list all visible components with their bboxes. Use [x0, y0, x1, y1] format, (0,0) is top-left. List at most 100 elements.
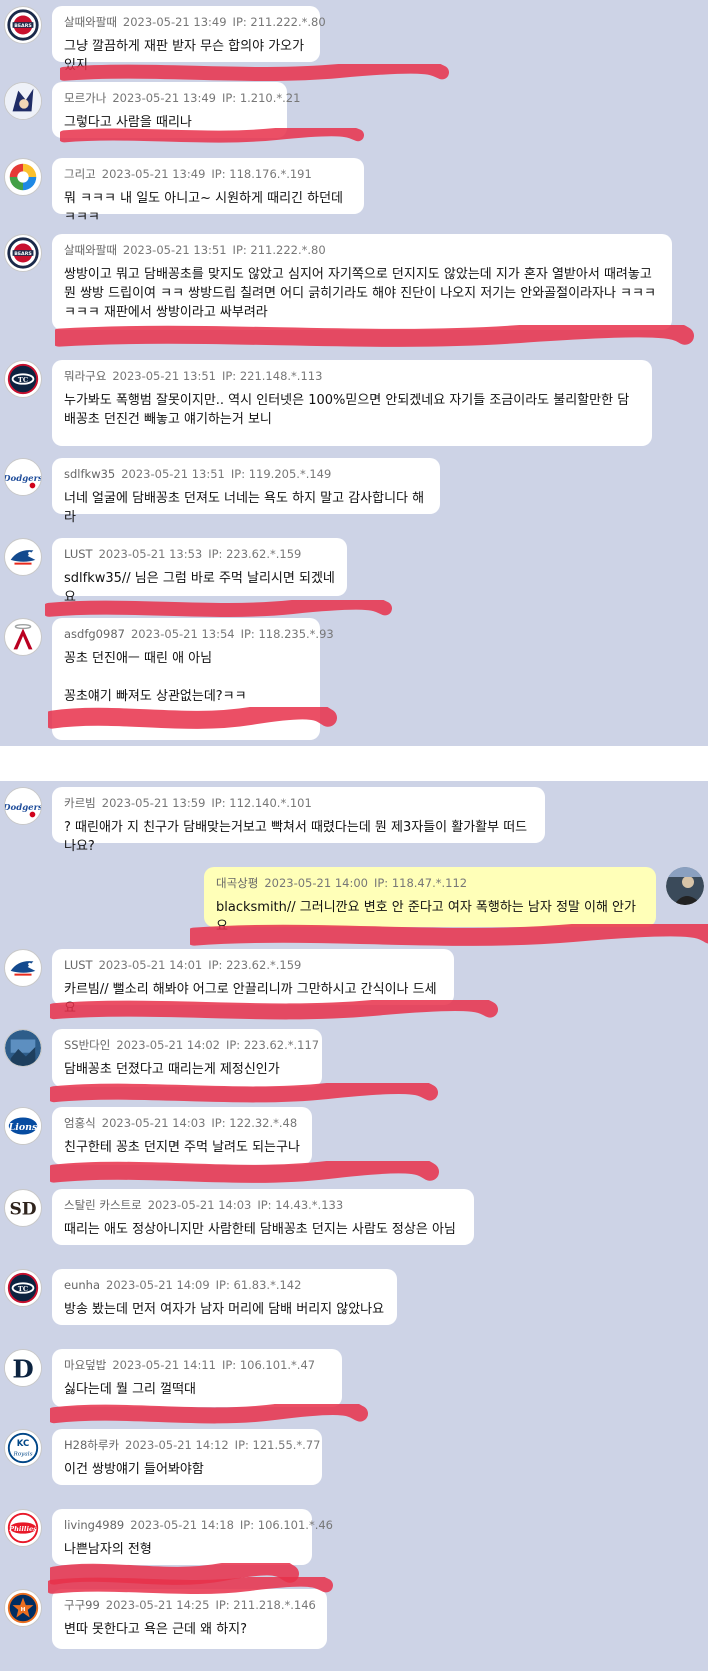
- timestamp: 2023-05-21 13:49: [101, 167, 206, 181]
- twins-logo-icon[interactable]: TC: [4, 360, 42, 398]
- comment-text: 때리는 애도 정상아니지만 사람한테 담배꽁초 던지는 사람도 정상은 아님: [64, 1222, 456, 1237]
- nickname[interactable]: 뭐라구요: [64, 369, 106, 383]
- twins-logo-icon[interactable]: TC: [4, 1269, 42, 1307]
- nickname[interactable]: 대곡상평: [216, 876, 258, 890]
- timestamp: 2023-05-21 13:51: [122, 243, 227, 257]
- nickname[interactable]: 스탈린 카스트로: [64, 1198, 142, 1212]
- astros-logo-icon[interactable]: H: [4, 1589, 42, 1627]
- ip-address: IP: 118.47.*.112: [373, 876, 468, 890]
- bluejays-logo-icon[interactable]: [4, 949, 42, 987]
- comment-meta: LUST 2023-05-21 13:53 IP: 223.62.*.159: [64, 546, 335, 562]
- phillies-logo-icon[interactable]: Phillies: [4, 1509, 42, 1547]
- user-photo-avatar[interactable]: [666, 867, 704, 905]
- comment-bubble: eunha 2023-05-21 14:09 IP: 61.83.*.142 방송 봤…: [52, 1269, 397, 1325]
- comment-meta: 엄홍식 2023-05-21 14:03 IP: 122.32.*.48: [64, 1115, 300, 1131]
- nickname[interactable]: H28하루카: [64, 1438, 119, 1452]
- comment-item: 그리고 2023-05-21 13:49 IP: 118.176.*.191 뭐 ㅋㅋ…: [0, 158, 708, 225]
- nickname[interactable]: 모르가나: [64, 91, 106, 105]
- wbc-logo-icon[interactable]: [4, 158, 42, 196]
- comment-bubble: H28하루카 2023-05-21 14:12 IP: 121.55.*.77 이건 …: [52, 1429, 322, 1485]
- comment-meta: H28하루카 2023-05-21 14:12 IP: 121.55.*.77: [64, 1437, 320, 1453]
- comment-text: 친구한테 꽁초 던지면 주먹 날려도 되는구나: [64, 1140, 300, 1155]
- red-marker-scribble: [50, 1563, 299, 1585]
- comment-bubble: 스탈린 카스트로 2023-05-21 14:03 IP: 14.43.*.133 때…: [52, 1189, 474, 1245]
- comment-meta: 살때와팔때 2023-05-21 13:51 IP: 211.222.*.80: [64, 242, 660, 258]
- comment-meta: 모르가나 2023-05-21 13:49 IP: 1.210.*.21: [64, 90, 300, 106]
- timestamp: 2023-05-21 14:00: [264, 876, 368, 890]
- comment-item: Lions 엄홍식 2023-05-21 14:03 IP: 122.32.*.48 친…: [0, 1107, 708, 1165]
- ip-address: IP: 121.55.*.77: [234, 1438, 321, 1452]
- timestamp: 2023-05-21 14:12: [125, 1438, 229, 1452]
- timestamp: 2023-05-21 13:49: [122, 15, 227, 29]
- ip-address: IP: 106.101.*.46: [239, 1518, 333, 1532]
- comment-bubble: 엄홍식 2023-05-21 14:03 IP: 122.32.*.48 친구한테 꽁…: [52, 1107, 312, 1165]
- nickname[interactable]: 살때와팔때: [64, 243, 117, 257]
- comment-item: TC eunha 2023-05-21 14:09 IP: 61.83.*.142 방송…: [0, 1269, 708, 1325]
- bluejays-logo-icon[interactable]: [4, 538, 42, 576]
- comment-text: sdlfkw35// 님은 그럼 바로 주먹 날리시면 되겠네요: [64, 571, 335, 605]
- angels-logo-icon[interactable]: [4, 618, 42, 656]
- nickname[interactable]: living4989: [64, 1518, 124, 1532]
- nickname[interactable]: 구구99: [64, 1598, 100, 1612]
- ip-address: IP: 61.83.*.142: [215, 1278, 302, 1292]
- ip-address: IP: 221.148.*.113: [221, 369, 323, 383]
- comment-meta: 구구99 2023-05-21 14:25 IP: 211.218.*.146: [64, 1597, 316, 1613]
- nickname[interactable]: 그리고: [64, 167, 96, 181]
- chat-panel-2: Dodgers 카르빔 2023-05-21 13:59 IP: 112.140.*.…: [0, 781, 708, 1671]
- ip-address: IP: 223.62.*.117: [225, 1038, 320, 1052]
- comment-bubble: 구구99 2023-05-21 14:25 IP: 211.218.*.146 변따 …: [52, 1589, 327, 1649]
- nickname[interactable]: eunha: [64, 1278, 100, 1292]
- ip-address: IP: 211.218.*.146: [215, 1598, 316, 1612]
- svg-text:D: D: [12, 1354, 33, 1383]
- nickname[interactable]: 마요덮밥: [64, 1358, 106, 1372]
- comment-meta: 카르빔 2023-05-21 13:59 IP: 112.140.*.101: [64, 795, 533, 811]
- ip-address: IP: 223.62.*.159: [208, 958, 302, 972]
- character-avatar-icon[interactable]: [4, 82, 42, 120]
- comment-text: blacksmith// 그러니깐요 변호 안 준다고 여자 폭행하는 남자 정…: [216, 900, 636, 934]
- comment-bubble: 마요덮밥 2023-05-21 14:11 IP: 106.101.*.47 싫다는데…: [52, 1349, 342, 1407]
- comment-meta: 마요덮밥 2023-05-21 14:11 IP: 106.101.*.47: [64, 1357, 330, 1373]
- svg-text:SD: SD: [9, 1200, 36, 1220]
- svg-text:TC: TC: [18, 1285, 28, 1293]
- ip-address: IP: 119.205.*.149: [230, 467, 332, 481]
- nickname[interactable]: LUST: [64, 547, 93, 561]
- nickname[interactable]: sdlfkw35: [64, 467, 115, 481]
- nickname[interactable]: 살때와팔때: [64, 15, 117, 29]
- nickname[interactable]: 엄홍식: [64, 1116, 96, 1130]
- bears-logo-icon[interactable]: BEARS: [4, 234, 42, 272]
- comment-item: Dodgers sdlfkw35 2023-05-21 13:51 IP: 119.2…: [0, 458, 708, 525]
- svg-text:Dodgers: Dodgers: [5, 803, 41, 813]
- comment-item: LUST 2023-05-21 14:01 IP: 223.62.*.159 카르빔/…: [0, 949, 708, 1016]
- nickname[interactable]: SS반다인: [64, 1038, 110, 1052]
- timestamp: 2023-05-21 13:59: [101, 796, 206, 810]
- timestamp: 2023-05-21 14:02: [116, 1038, 220, 1052]
- nickname[interactable]: asdfg0987: [64, 627, 125, 641]
- comment-item: Dodgers 카르빔 2023-05-21 13:59 IP: 112.140.*.…: [0, 787, 708, 854]
- nickname[interactable]: LUST: [64, 958, 93, 972]
- comment-item: 대곡상평 2023-05-21 14:00 IP: 118.47.*.112 blac…: [0, 867, 708, 934]
- ip-address: IP: 14.43.*.133: [257, 1198, 344, 1212]
- comment-meta: 살때와팔때 2023-05-21 13:49 IP: 211.222.*.80: [64, 14, 326, 30]
- comment-meta: 그리고 2023-05-21 13:49 IP: 118.176.*.191: [64, 166, 352, 182]
- comment-item: LUST 2023-05-21 13:53 IP: 223.62.*.159 sdlf…: [0, 538, 708, 605]
- dodgers-logo-icon[interactable]: Dodgers: [4, 458, 42, 496]
- dodgers-logo-icon[interactable]: Dodgers: [4, 787, 42, 825]
- comment-meta: living4989 2023-05-21 14:18 IP: 106.101.*.…: [64, 1517, 333, 1533]
- comment-text: 나쁜남자의 전형: [64, 1542, 152, 1557]
- comment-meta: 대곡상평 2023-05-21 14:00 IP: 118.47.*.112: [216, 875, 644, 891]
- comment-text: 그렇다고 사람을 때리나: [64, 115, 192, 130]
- comment-text: ? 때린애가 지 친구가 담배맞는거보고 빡쳐서 때렸다는데 뭔 제3자들이 활…: [64, 820, 528, 854]
- comment-item: D 마요덮밥 2023-05-21 14:11 IP: 106.101.*.47 싫다는…: [0, 1349, 708, 1407]
- comment-item: TC 뭐라구요 2023-05-21 13:51 IP: 221.148.*.113 누…: [0, 360, 708, 446]
- royals-logo-icon[interactable]: KC Royals: [4, 1429, 42, 1467]
- comment-item: KC Royals H28하루카 2023-05-21 14:12 IP: 121.55…: [0, 1429, 708, 1485]
- bears-logo-icon[interactable]: BEARS: [4, 6, 42, 44]
- chat-panel-1: BEARS 살때와팔때 2023-05-21 13:49 IP: 211.222.*.…: [0, 0, 708, 746]
- comment-meta: sdlfkw35 2023-05-21 13:51 IP: 119.205.*.14…: [64, 466, 428, 482]
- nickname[interactable]: 카르빔: [64, 796, 96, 810]
- padres-logo-icon[interactable]: SD: [4, 1189, 42, 1227]
- ip-address: IP: 118.235.*.93: [240, 627, 334, 641]
- tigers-logo-icon[interactable]: D: [4, 1349, 42, 1387]
- photo-avatar-icon[interactable]: [4, 1029, 42, 1067]
- lions-logo-icon[interactable]: Lions: [4, 1107, 42, 1145]
